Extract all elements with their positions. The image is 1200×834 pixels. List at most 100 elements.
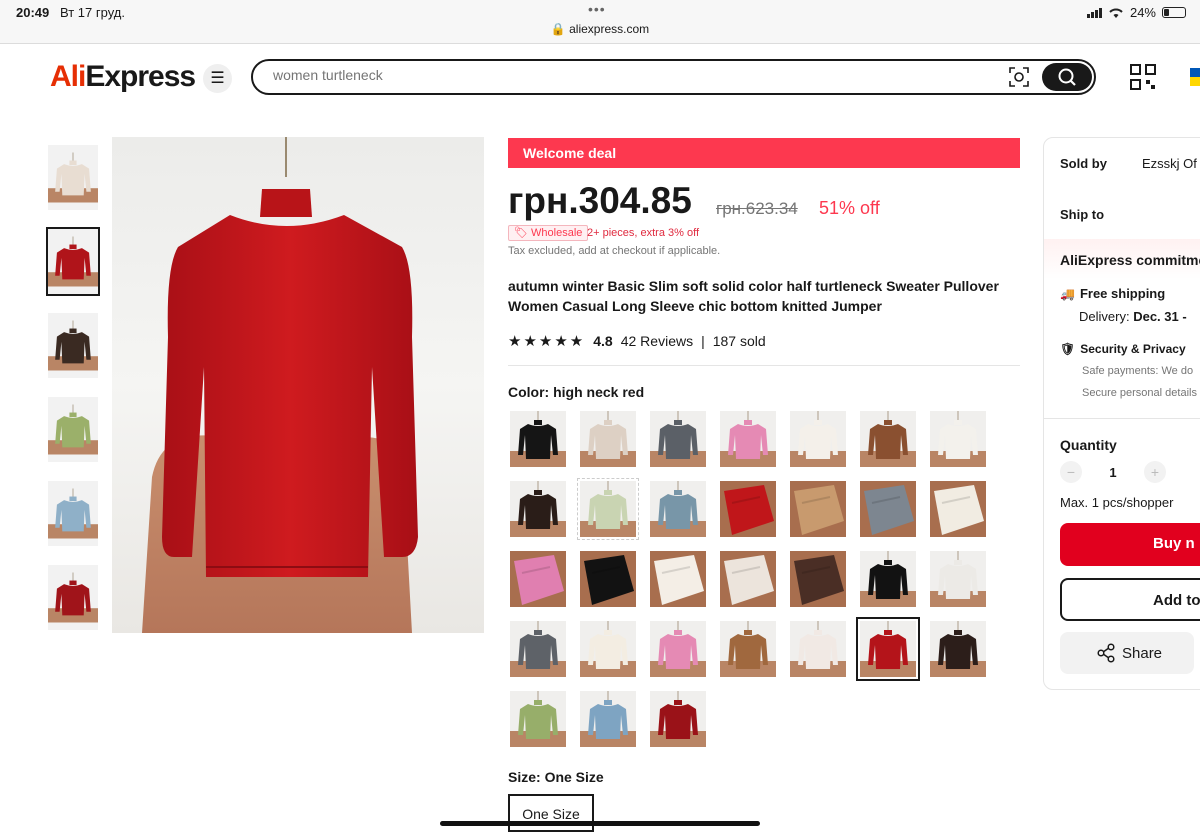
- swatch-image: [510, 691, 566, 747]
- rating-row: ★★★★★ 4.8 42 Reviews | 187 sold: [508, 332, 766, 350]
- country-flag-icon[interactable]: [1190, 68, 1200, 86]
- lock-icon: 🔒: [550, 22, 566, 36]
- color-swatch-14[interactable]: [930, 481, 986, 537]
- color-swatch-15[interactable]: [510, 551, 566, 607]
- thumbnail-5[interactable]: [48, 481, 98, 546]
- thumbnail-2[interactable]: [46, 227, 100, 296]
- color-swatch-7[interactable]: [930, 411, 986, 467]
- thumbnail-1[interactable]: [48, 145, 98, 210]
- qr-code-icon[interactable]: [1130, 64, 1156, 90]
- swatch-image: [650, 691, 706, 747]
- color-swatch-29[interactable]: [510, 691, 566, 747]
- color-swatch-19[interactable]: [790, 551, 846, 607]
- seller-name[interactable]: Ezsskj Of: [1142, 156, 1197, 171]
- security-label: Security & Privacy: [1080, 342, 1186, 356]
- swatch-image: [790, 411, 846, 467]
- share-button[interactable]: Share: [1060, 632, 1194, 674]
- color-swatch-18[interactable]: [720, 551, 776, 607]
- quantity-decrease-button[interactable]: −: [1060, 461, 1082, 483]
- safe-payments-text: Safe payments: We do: [1082, 365, 1194, 377]
- add-to-cart-button[interactable]: Add to: [1060, 578, 1200, 621]
- swatch-image: [650, 481, 706, 537]
- welcome-deal-banner: Welcome deal: [508, 138, 1020, 168]
- swatch-image: [580, 621, 636, 677]
- swatch-image: [790, 481, 846, 537]
- thumbnail-image: [48, 404, 98, 455]
- thumbnail-3[interactable]: [48, 313, 98, 378]
- swatch-image: [860, 481, 916, 537]
- image-search-icon[interactable]: [1009, 67, 1029, 87]
- color-swatch-1[interactable]: [510, 411, 566, 467]
- shield-icon: 🛡: [1060, 342, 1076, 356]
- browser-more-dots[interactable]: •••: [588, 1, 606, 17]
- color-swatch-4[interactable]: [720, 411, 776, 467]
- swatch-image: [650, 551, 706, 607]
- color-swatch-6[interactable]: [860, 411, 916, 467]
- current-price: грн.304.85: [508, 180, 692, 221]
- status-indicators: 24%: [1086, 5, 1186, 20]
- color-swatch-23[interactable]: [580, 621, 636, 677]
- color-swatch-9[interactable]: [577, 478, 639, 540]
- swatch-image: [930, 621, 986, 677]
- color-swatch-30[interactable]: [580, 691, 636, 747]
- quantity-value[interactable]: 1: [1082, 465, 1144, 480]
- max-quantity-note: Max. 1 pcs/shopper: [1060, 495, 1174, 510]
- status-time: 20:49: [16, 5, 50, 20]
- color-swatch-24[interactable]: [650, 621, 706, 677]
- swatch-image: [860, 621, 916, 677]
- color-swatch-21[interactable]: [930, 551, 986, 607]
- search-input[interactable]: [273, 67, 973, 83]
- swatch-image: [650, 621, 706, 677]
- logo-part-ali: Ali: [50, 60, 86, 93]
- ship-to-label[interactable]: Ship to: [1060, 207, 1104, 222]
- color-swatch-10[interactable]: [650, 481, 706, 537]
- menu-button[interactable]: ☰: [203, 64, 232, 93]
- color-swatch-27[interactable]: [856, 617, 920, 681]
- product-photo: [142, 137, 418, 633]
- color-swatch-28[interactable]: [930, 621, 986, 677]
- search-button[interactable]: [1042, 63, 1092, 91]
- color-swatch-13[interactable]: [860, 481, 916, 537]
- address-bar[interactable]: 🔒 aliexpress.com: [0, 22, 1200, 36]
- color-swatch-17[interactable]: [650, 551, 706, 607]
- color-swatch-8[interactable]: [510, 481, 566, 537]
- search-icon: [1058, 68, 1076, 86]
- address-url: aliexpress.com: [569, 22, 650, 36]
- color-swatch-22[interactable]: [510, 621, 566, 677]
- logo-part-express: Express: [85, 60, 196, 93]
- thumbnail-image: [48, 236, 98, 287]
- rating-value: 4.8: [593, 333, 613, 349]
- color-swatch-25[interactable]: [720, 621, 776, 677]
- wholesale-badge: 🏷 Wholesale: [508, 225, 589, 241]
- color-swatch-12[interactable]: [790, 481, 846, 537]
- swatch-image: [860, 411, 916, 467]
- color-label: Color: high neck red: [508, 384, 645, 400]
- reviews-link[interactable]: 42 Reviews: [621, 333, 693, 349]
- color-swatch-31[interactable]: [650, 691, 706, 747]
- quantity-increase-button[interactable]: +: [1144, 461, 1166, 483]
- buy-now-button[interactable]: Buy n: [1060, 523, 1200, 566]
- color-swatch-5[interactable]: [790, 411, 846, 467]
- size-label: Size: One Size: [508, 769, 604, 785]
- color-swatch-26[interactable]: [790, 621, 846, 677]
- delivery-row: Delivery: Dec. 31 -: [1079, 309, 1187, 324]
- swatch-image: [790, 621, 846, 677]
- free-shipping-label: Free shipping: [1079, 286, 1166, 301]
- color-swatch-20[interactable]: [860, 551, 916, 607]
- thumbnail-image: [48, 320, 98, 371]
- color-swatch-16[interactable]: [580, 551, 636, 607]
- home-indicator[interactable]: [440, 821, 760, 826]
- swatch-image: [510, 621, 566, 677]
- color-swatch-3[interactable]: [650, 411, 706, 467]
- swatch-image: [510, 551, 566, 607]
- battery-icon: [1162, 7, 1186, 18]
- size-option-button[interactable]: One Size: [508, 794, 594, 832]
- color-swatch-11[interactable]: [720, 481, 776, 537]
- aliexpress-logo[interactable]: AliExpress: [50, 60, 196, 94]
- main-product-image[interactable]: [112, 137, 484, 633]
- free-shipping-row: 🚚 Free shipping: [1060, 286, 1165, 301]
- delivery-date: Dec. 31 -: [1133, 309, 1187, 324]
- color-swatch-2[interactable]: [580, 411, 636, 467]
- thumbnail-6[interactable]: [48, 565, 98, 630]
- thumbnail-4[interactable]: [48, 397, 98, 462]
